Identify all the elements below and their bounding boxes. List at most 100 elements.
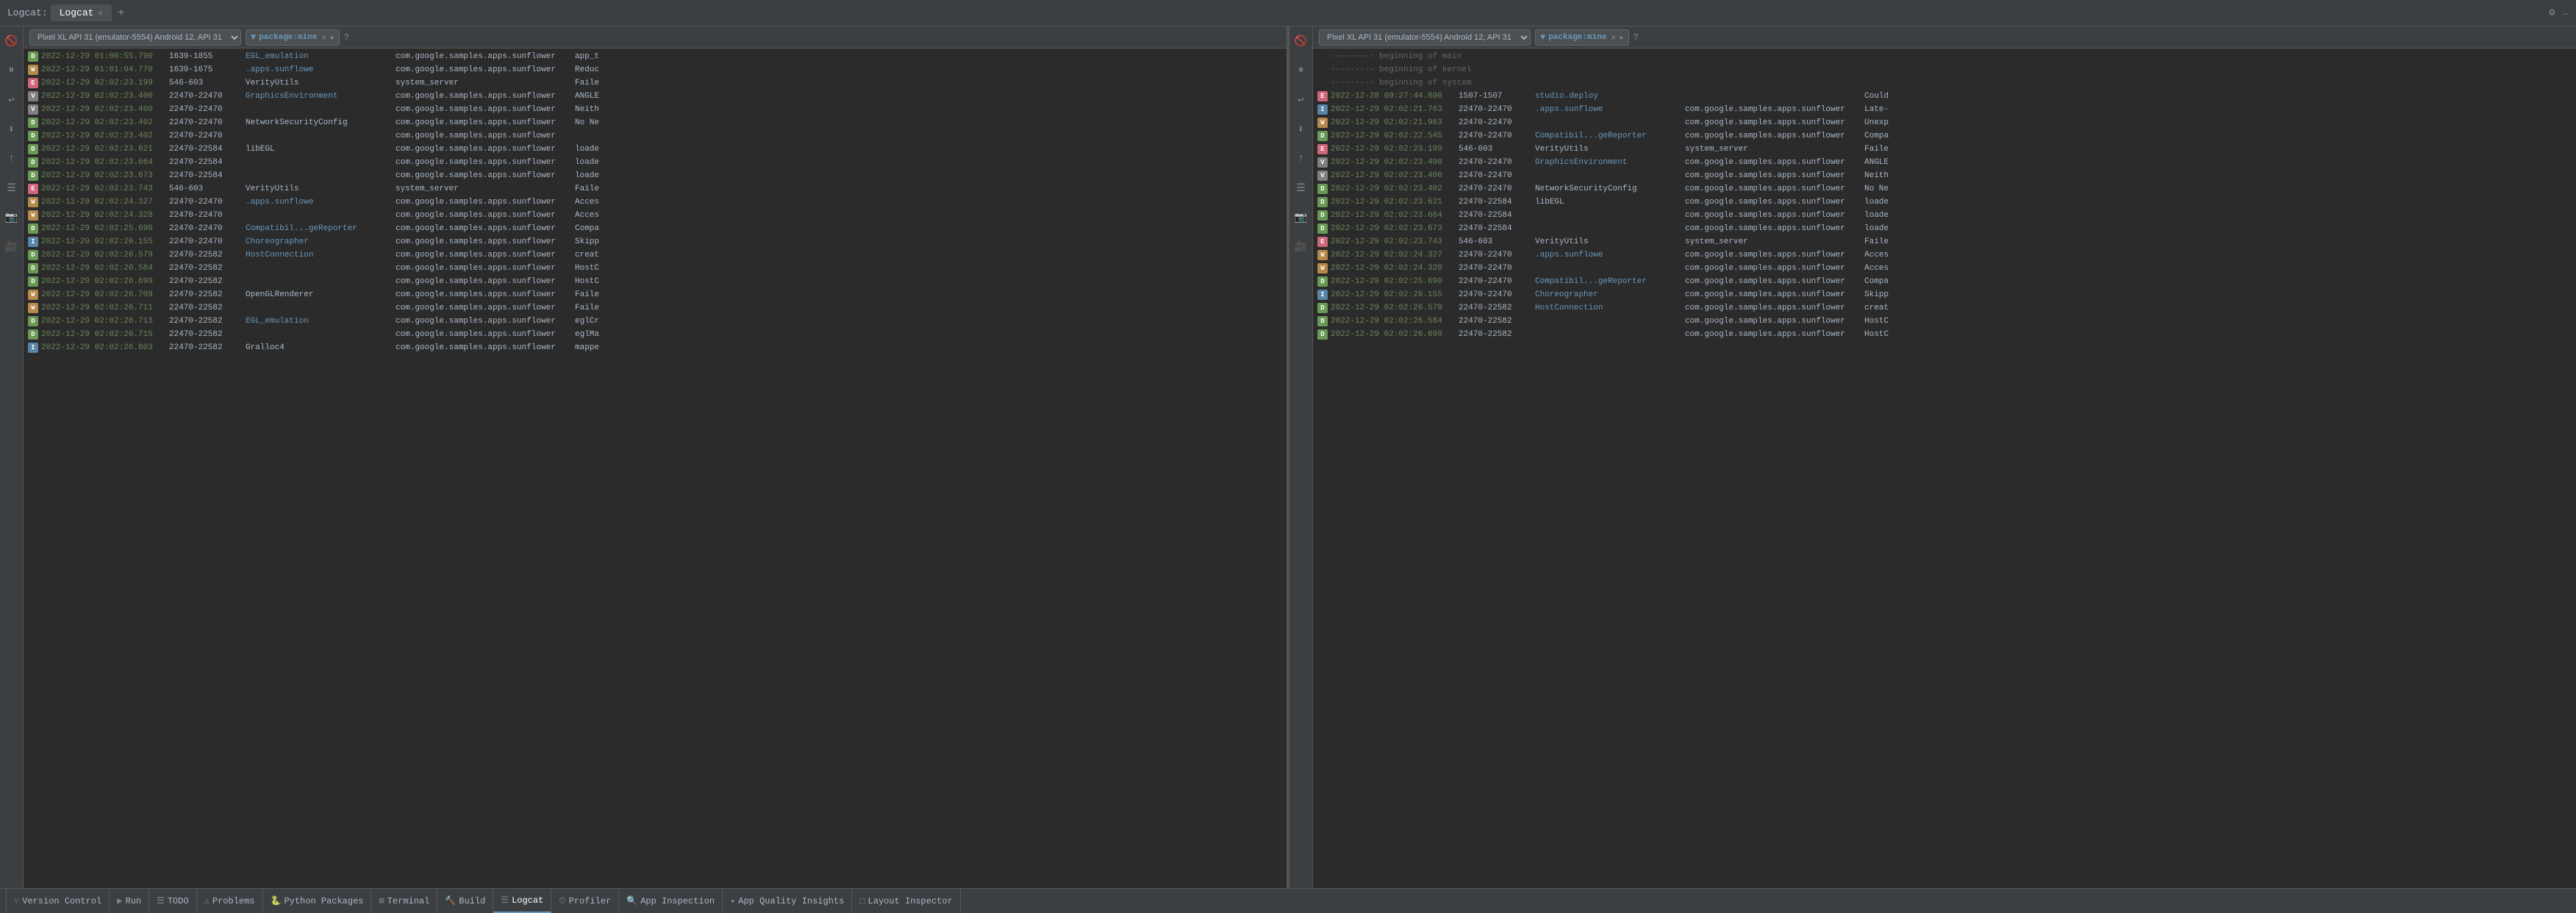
table-row[interactable]: D 2022-12-29 02:02:23.402 22470-22470 Ne… (24, 116, 1287, 129)
table-row[interactable]: D 2022-12-29 02:02:23.621 22470-22584 li… (24, 143, 1287, 156)
log-level-badge: D (1317, 303, 1328, 313)
settings-icon[interactable]: ⚙ (2549, 7, 2555, 19)
help-button[interactable]: ? (344, 32, 349, 43)
close-icon[interactable]: ✕ (98, 8, 103, 18)
table-row[interactable]: D 2022-12-29 02:02:23.664 22470-22584 co… (24, 156, 1287, 169)
table-row[interactable]: D 2022-12-29 02:02:26.715 22470-22582 co… (24, 328, 1287, 341)
table-row[interactable]: E 2022-12-29 02:02:23.199 546-603 Verity… (24, 76, 1287, 90)
filter-star-button-r[interactable]: ★ (1619, 32, 1624, 43)
bottom-item-problems[interactable]: ⚠Problems (197, 889, 263, 913)
screenshot-icon-r[interactable]: 📷 (1292, 209, 1310, 226)
table-row[interactable]: W 2022-12-29 02:02:24.328 22470-22470 co… (24, 209, 1287, 222)
filter-icon: ▼ (251, 32, 256, 43)
table-row[interactable]: D 2022-12-29 02:02:26.579 22470-22582 Ho… (1313, 301, 2576, 315)
help-button-r[interactable]: ? (1634, 32, 1639, 43)
filter-clear-button-r[interactable]: ✕ (1611, 32, 1616, 43)
table-row[interactable]: W 2022-12-29 02:02:24.327 22470-22470 .a… (24, 196, 1287, 209)
filter-clear-button[interactable]: ✕ (321, 32, 326, 43)
scroll-end-icon-r[interactable]: ⬇ (1292, 121, 1310, 138)
table-row[interactable]: --------- beginning of kernel (1313, 63, 2576, 76)
table-row[interactable]: D 2022-12-29 02:02:26.584 22470-22582 co… (24, 262, 1287, 275)
table-row[interactable]: E 2022-12-29 02:02:23.743 546-603 Verity… (1313, 235, 2576, 248)
table-row[interactable]: I 2022-12-29 02:02:26.803 22470-22582 Gr… (24, 341, 1287, 354)
left-device-select[interactable]: Pixel XL API 31 (emulator-5554) Android … (29, 29, 241, 46)
log-level-badge: D (28, 131, 38, 141)
table-row[interactable]: V 2022-12-29 02:02:23.400 22470-22470 co… (1313, 169, 2576, 182)
bottom-item-version-control[interactable]: ⑂Version Control (6, 889, 110, 913)
filter-text-r[interactable]: package:mine (1548, 33, 1606, 42)
table-row[interactable]: V 2022-12-29 02:02:23.400 22470-22470 co… (24, 103, 1287, 116)
table-row[interactable]: D 2022-12-29 02:02:26.584 22470-22582 co… (1313, 315, 2576, 328)
table-row[interactable]: D 2022-12-29 02:02:23.402 22470-22470 Ne… (1313, 182, 2576, 196)
table-row[interactable]: D 2022-12-29 02:02:23.673 22470-22584 co… (1313, 222, 2576, 235)
wrap-icon[interactable]: ↩ (3, 91, 21, 109)
log-tag: libEGL (1535, 198, 1682, 207)
table-row[interactable]: D 2022-12-29 02:02:26.713 22470-22582 EG… (24, 315, 1287, 328)
logcat-tab[interactable]: Logcat ✕ (51, 4, 112, 21)
scroll-end-icon[interactable]: ⬇ (3, 121, 21, 138)
table-row[interactable]: D 2022-12-29 02:02:23.673 22470-22584 co… (24, 169, 1287, 182)
table-row[interactable]: V 2022-12-29 02:02:23.400 22470-22470 Gr… (24, 90, 1287, 103)
table-row[interactable]: W 2022-12-29 01:01:04.770 1639-1675 .app… (24, 63, 1287, 76)
table-row[interactable]: V 2022-12-29 02:02:23.400 22470-22470 Gr… (1313, 156, 2576, 169)
table-row[interactable]: W 2022-12-29 02:02:24.327 22470-22470 .a… (1313, 248, 2576, 262)
bottom-item-app-inspection[interactable]: 🔍App Inspection (619, 889, 723, 913)
scroll-up-icon[interactable]: ↑ (3, 150, 21, 168)
table-row[interactable]: D 2022-12-29 02:02:26.579 22470-22582 Ho… (24, 248, 1287, 262)
main-area: 🚫 ⏸ ↩ ⬇ ↑ ☰ 📷 🎥 Pixel XL API 31 (emulato… (0, 26, 2576, 888)
table-row[interactable]: D 2022-12-29 02:02:26.699 22470-22582 co… (24, 275, 1287, 288)
filter-icon-side[interactable]: ☰ (3, 179, 21, 197)
table-row[interactable]: D 2022-12-29 01:00:55.790 1639-1855 EGL_… (24, 50, 1287, 63)
bottom-item-build[interactable]: 🔨Build (437, 889, 493, 913)
log-package: com.google.samples.apps.sunflower (1685, 330, 1861, 339)
wrap-icon-r[interactable]: ↩ (1292, 91, 1310, 109)
table-row[interactable]: E 2022-12-28 09:27:44.890 1507-1507 stud… (1313, 90, 2576, 103)
record-icon-r[interactable]: 🎥 (1292, 238, 1310, 256)
add-tab-button[interactable]: + (118, 7, 125, 20)
more-icon[interactable]: … (2563, 7, 2569, 19)
table-row[interactable]: E 2022-12-29 02:02:23.743 546-603 Verity… (24, 182, 1287, 196)
bottom-item-icon: ⊞ (379, 895, 384, 906)
clear-icon-r[interactable]: 🚫 (1292, 32, 1310, 50)
log-level-badge: W (1317, 118, 1328, 128)
screenshot-icon[interactable]: 📷 (3, 209, 21, 226)
table-row[interactable]: W 2022-12-29 02:02:26.711 22470-22582 co… (24, 301, 1287, 315)
table-row[interactable]: D 2022-12-29 02:02:25.690 22470-22470 Co… (1313, 275, 2576, 288)
bottom-item-app-quality-insights[interactable]: ✦App Quality Insights (723, 889, 852, 913)
bottom-item-run[interactable]: ▶Run (110, 889, 149, 913)
table-row[interactable]: D 2022-12-29 02:02:23.664 22470-22584 co… (1313, 209, 2576, 222)
table-row[interactable]: D 2022-12-29 02:02:22.545 22470-22470 Co… (1313, 129, 2576, 143)
table-row[interactable]: W 2022-12-29 02:02:21.963 22470-22470 co… (1313, 116, 2576, 129)
table-row[interactable]: I 2022-12-29 02:02:26.155 22470-22470 Ch… (1313, 288, 2576, 301)
bottom-item-python-packages[interactable]: 🐍Python Packages (263, 889, 372, 913)
table-row[interactable]: I 2022-12-29 02:02:26.155 22470-22470 Ch… (24, 235, 1287, 248)
table-row[interactable]: I 2022-12-29 02:02:21.763 22470-22470 .a… (1313, 103, 2576, 116)
table-row[interactable]: --------- beginning of main (1313, 50, 2576, 63)
table-row[interactable]: D 2022-12-29 02:02:23.402 22470-22470 co… (24, 129, 1287, 143)
table-row[interactable]: --------- beginning of system (1313, 76, 2576, 90)
filter-text[interactable]: package:mine (259, 33, 317, 42)
pause-icon-r[interactable]: ⏸ (1292, 62, 1310, 79)
bottom-item-profiler[interactable]: ⏱Profiler (551, 889, 619, 913)
bottom-item-layout-inspector[interactable]: ⬚Layout Inspector (852, 889, 960, 913)
table-row[interactable]: D 2022-12-29 02:02:25.690 22470-22470 Co… (24, 222, 1287, 235)
log-message: ANGLE (1864, 158, 1889, 167)
bottom-toolbar: ⑂Version Control▶Run☰TODO⚠Problems🐍Pytho… (0, 888, 2576, 913)
right-device-select[interactable]: Pixel XL API 31 (emulator-5554) Android … (1319, 29, 1531, 46)
pause-icon[interactable]: ⏸ (3, 62, 21, 79)
table-row[interactable]: D 2022-12-29 02:02:23.621 22470-22584 li… (1313, 196, 2576, 209)
scroll-up-icon-r[interactable]: ↑ (1292, 150, 1310, 168)
bottom-item-terminal[interactable]: ⊞Terminal (371, 889, 437, 913)
table-row[interactable]: W 2022-12-29 02:02:24.328 22470-22470 co… (1313, 262, 2576, 275)
clear-icon[interactable]: 🚫 (3, 32, 21, 50)
filter-star-button[interactable]: ★ (329, 32, 334, 43)
table-row[interactable]: W 2022-12-29 02:02:26.709 22470-22582 Op… (24, 288, 1287, 301)
bottom-item-todo[interactable]: ☰TODO (149, 889, 197, 913)
bottom-item-logcat[interactable]: ☰Logcat (493, 889, 551, 913)
log-timestamp: 2022-12-29 02:02:24.327 (1331, 251, 1456, 259)
filter-icon-side-r[interactable]: ☰ (1292, 179, 1310, 197)
record-icon[interactable]: 🎥 (3, 238, 21, 256)
log-package: com.google.samples.apps.sunflower (396, 251, 572, 259)
table-row[interactable]: D 2022-12-29 02:02:26.699 22470-22582 co… (1313, 328, 2576, 341)
table-row[interactable]: E 2022-12-29 02:02:23.199 546-603 Verity… (1313, 143, 2576, 156)
